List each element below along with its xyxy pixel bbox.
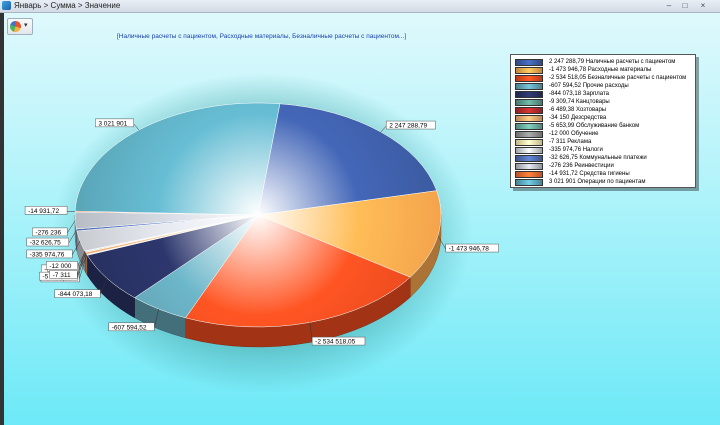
legend-label: -7 311 Реклама — [549, 139, 592, 145]
legend-swatch — [515, 123, 543, 130]
legend-label: -607 594,52 Прочие расходы — [549, 83, 629, 89]
legend-label: -12 000 Обучение — [549, 131, 599, 137]
legend-label: -6 489,38 Хозтовары — [549, 107, 607, 113]
legend-label: 2 247 288,79 Наличные расчеты с пациенто… — [549, 59, 676, 65]
legend-label: -276 236 Реинвестиции — [549, 163, 614, 169]
data-label: 3 021 901 — [98, 120, 127, 127]
legend-item: -5 653,99 Обслуживание банком — [515, 122, 693, 130]
legend-swatch — [515, 99, 543, 106]
legend-label: -9 309,74 Канцтовары — [549, 99, 610, 105]
legend-item: -12 000 Обучение — [515, 130, 693, 138]
legend-swatch — [515, 155, 543, 162]
legend-swatch — [515, 67, 543, 74]
legend-item: 2 247 288,79 Наличные расчеты с пациенто… — [515, 58, 693, 66]
legend-swatch — [515, 139, 543, 146]
legend-item: 3 021 901 Операции по пациентам — [515, 178, 693, 186]
legend-item: -7 311 Реклама — [515, 138, 693, 146]
legend-swatch — [515, 75, 543, 82]
data-label: -12 000 — [49, 263, 71, 270]
legend-item: -276 236 Реинвестиции — [515, 162, 693, 170]
legend-swatch — [515, 171, 543, 178]
chart-legend: 2 247 288,79 Наличные расчеты с пациенто… — [510, 54, 696, 188]
legend-label: -844 073,18 Зарплата — [549, 91, 609, 97]
legend-item: -2 534 518,05 Безналичные расчеты с паци… — [515, 74, 693, 82]
legend-label: -1 473 946,78 Расходные материалы — [549, 67, 652, 73]
legend-swatch — [515, 163, 543, 170]
legend-item: -607 594,52 Прочие расходы — [515, 82, 693, 90]
legend-swatch — [515, 131, 543, 138]
legend-label: 3 021 901 Операции по пациентам — [549, 179, 646, 185]
legend-swatch — [515, 83, 543, 90]
legend-item: -9 309,74 Канцтовары — [515, 98, 693, 106]
legend-swatch — [515, 179, 543, 186]
data-label: -14 931,72 — [28, 208, 59, 215]
legend-item: -335 974,76 Налоги — [515, 146, 693, 154]
legend-item: -32 626,75 Коммунальные платежи — [515, 154, 693, 162]
legend-label: -14 931,72 Средства гигиены — [549, 171, 630, 177]
data-label: 2 247 288,79 — [389, 123, 427, 130]
data-label: -844 073,18 — [58, 291, 93, 298]
legend-item: -844 073,18 Зарплата — [515, 90, 693, 98]
legend-swatch — [515, 91, 543, 98]
legend-label: -32 626,75 Коммунальные платежи — [549, 155, 647, 161]
legend-item: -34 150 Дезсредства — [515, 114, 693, 122]
legend-item: -1 473 946,78 Расходные материалы — [515, 66, 693, 74]
data-label: -276 236 — [35, 229, 61, 236]
data-label: -7 311 — [53, 272, 71, 279]
legend-label: -5 653,99 Обслуживание банком — [549, 123, 640, 129]
legend-item: -14 931,72 Средства гигиены — [515, 170, 693, 178]
legend-swatch — [515, 147, 543, 154]
legend-swatch — [515, 115, 543, 122]
legend-item: -6 489,38 Хозтовары — [515, 106, 693, 114]
legend-label: -335 974,76 Налоги — [549, 147, 603, 153]
data-label: -607 594,52 — [112, 324, 147, 331]
data-label: -335 974,76 — [30, 251, 65, 258]
data-label: -1 473 946,78 — [449, 246, 490, 253]
legend-label: -34 150 Дезсредства — [549, 115, 607, 121]
legend-swatch — [515, 107, 543, 114]
legend-swatch — [515, 59, 543, 66]
legend-label: -2 534 518,05 Безналичные расчеты с паци… — [549, 75, 687, 81]
data-label: -2 534 518,05 — [315, 339, 356, 346]
data-label: -32 626,75 — [30, 240, 61, 247]
